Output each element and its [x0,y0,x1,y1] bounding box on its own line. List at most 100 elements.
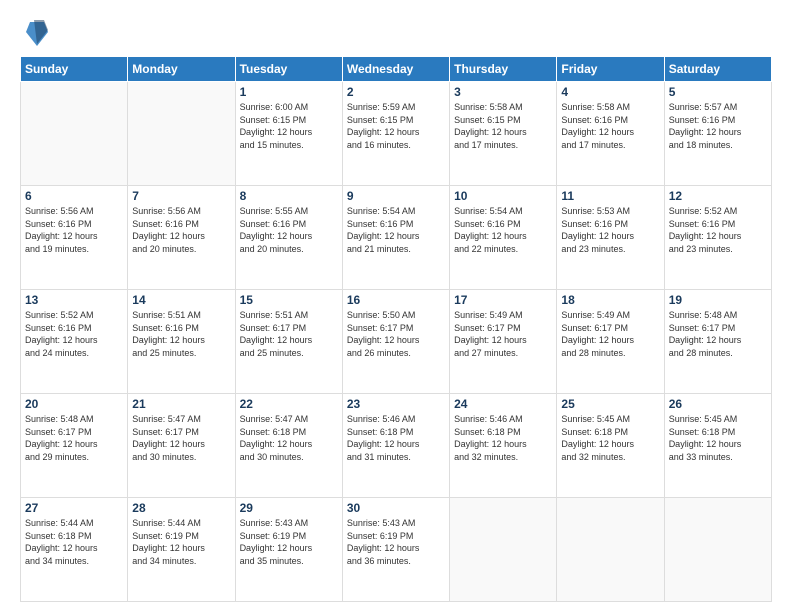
day-info: Sunrise: 5:45 AM Sunset: 6:18 PM Dayligh… [561,413,659,463]
day-number: 2 [347,85,445,99]
day-number: 5 [669,85,767,99]
calendar-cell [128,82,235,186]
day-info: Sunrise: 5:59 AM Sunset: 6:15 PM Dayligh… [347,101,445,151]
weekday-header-saturday: Saturday [664,57,771,82]
day-info: Sunrise: 5:58 AM Sunset: 6:16 PM Dayligh… [561,101,659,151]
day-number: 23 [347,397,445,411]
day-info: Sunrise: 5:58 AM Sunset: 6:15 PM Dayligh… [454,101,552,151]
day-number: 28 [132,501,230,515]
weekday-header-sunday: Sunday [21,57,128,82]
calendar-header-row: SundayMondayTuesdayWednesdayThursdayFrid… [21,57,772,82]
day-info: Sunrise: 5:44 AM Sunset: 6:19 PM Dayligh… [132,517,230,567]
weekday-header-wednesday: Wednesday [342,57,449,82]
day-number: 1 [240,85,338,99]
day-info: Sunrise: 5:46 AM Sunset: 6:18 PM Dayligh… [347,413,445,463]
day-info: Sunrise: 5:56 AM Sunset: 6:16 PM Dayligh… [25,205,123,255]
day-info: Sunrise: 5:47 AM Sunset: 6:18 PM Dayligh… [240,413,338,463]
day-info: Sunrise: 5:48 AM Sunset: 6:17 PM Dayligh… [669,309,767,359]
day-info: Sunrise: 6:00 AM Sunset: 6:15 PM Dayligh… [240,101,338,151]
calendar-cell: 29 Sunrise: 5:43 AM Sunset: 6:19 PM Dayli… [235,498,342,602]
calendar: SundayMondayTuesdayWednesdayThursdayFrid… [20,56,772,602]
calendar-cell: 2 Sunrise: 5:59 AM Sunset: 6:15 PM Daylig… [342,82,449,186]
day-info: Sunrise: 5:43 AM Sunset: 6:19 PM Dayligh… [240,517,338,567]
calendar-cell: 19 Sunrise: 5:48 AM Sunset: 6:17 PM Dayli… [664,290,771,394]
day-info: Sunrise: 5:43 AM Sunset: 6:19 PM Dayligh… [347,517,445,567]
calendar-cell [450,498,557,602]
calendar-cell: 28 Sunrise: 5:44 AM Sunset: 6:19 PM Dayli… [128,498,235,602]
day-info: Sunrise: 5:47 AM Sunset: 6:17 PM Dayligh… [132,413,230,463]
calendar-week-1: 1 Sunrise: 6:00 AM Sunset: 6:15 PM Daylig… [21,82,772,186]
day-info: Sunrise: 5:48 AM Sunset: 6:17 PM Dayligh… [25,413,123,463]
day-number: 13 [25,293,123,307]
day-info: Sunrise: 5:49 AM Sunset: 6:17 PM Dayligh… [454,309,552,359]
calendar-cell: 25 Sunrise: 5:45 AM Sunset: 6:18 PM Dayli… [557,394,664,498]
day-number: 11 [561,189,659,203]
calendar-cell: 23 Sunrise: 5:46 AM Sunset: 6:18 PM Dayli… [342,394,449,498]
calendar-cell: 1 Sunrise: 6:00 AM Sunset: 6:15 PM Daylig… [235,82,342,186]
day-number: 22 [240,397,338,411]
calendar-cell: 3Sunrise: 5:58 AM Sunset: 6:15 PM Daylig… [450,82,557,186]
calendar-cell [664,498,771,602]
calendar-cell [557,498,664,602]
day-info: Sunrise: 5:52 AM Sunset: 6:16 PM Dayligh… [669,205,767,255]
calendar-cell: 13Sunrise: 5:52 AM Sunset: 6:16 PM Dayli… [21,290,128,394]
calendar-cell: 12 Sunrise: 5:52 AM Sunset: 6:16 PM Dayli… [664,186,771,290]
day-number: 27 [25,501,123,515]
day-info: Sunrise: 5:50 AM Sunset: 6:17 PM Dayligh… [347,309,445,359]
calendar-week-4: 20 Sunrise: 5:48 AM Sunset: 6:17 PM Dayli… [21,394,772,498]
calendar-week-3: 13Sunrise: 5:52 AM Sunset: 6:16 PM Dayli… [21,290,772,394]
calendar-cell: 7Sunrise: 5:56 AM Sunset: 6:16 PM Daylig… [128,186,235,290]
calendar-cell: 9Sunrise: 5:54 AM Sunset: 6:16 PM Daylig… [342,186,449,290]
day-number: 29 [240,501,338,515]
day-info: Sunrise: 5:55 AM Sunset: 6:16 PM Dayligh… [240,205,338,255]
day-number: 30 [347,501,445,515]
page: SundayMondayTuesdayWednesdayThursdayFrid… [0,0,792,612]
day-number: 16 [347,293,445,307]
day-number: 19 [669,293,767,307]
calendar-cell: 27 Sunrise: 5:44 AM Sunset: 6:18 PM Dayli… [21,498,128,602]
day-number: 14 [132,293,230,307]
day-number: 10 [454,189,552,203]
day-info: Sunrise: 5:53 AM Sunset: 6:16 PM Dayligh… [561,205,659,255]
weekday-header-friday: Friday [557,57,664,82]
day-number: 9 [347,189,445,203]
day-number: 4 [561,85,659,99]
day-info: Sunrise: 5:49 AM Sunset: 6:17 PM Dayligh… [561,309,659,359]
calendar-week-2: 6Sunrise: 5:56 AM Sunset: 6:16 PM Daylig… [21,186,772,290]
day-number: 7 [132,189,230,203]
calendar-cell: 11 Sunrise: 5:53 AM Sunset: 6:16 PM Dayli… [557,186,664,290]
day-number: 8 [240,189,338,203]
top-section [20,18,772,46]
calendar-cell [21,82,128,186]
day-info: Sunrise: 5:51 AM Sunset: 6:17 PM Dayligh… [240,309,338,359]
day-info: Sunrise: 5:44 AM Sunset: 6:18 PM Dayligh… [25,517,123,567]
calendar-cell: 21Sunrise: 5:47 AM Sunset: 6:17 PM Dayli… [128,394,235,498]
day-number: 15 [240,293,338,307]
calendar-cell: 15 Sunrise: 5:51 AM Sunset: 6:17 PM Dayli… [235,290,342,394]
calendar-cell: 6Sunrise: 5:56 AM Sunset: 6:16 PM Daylig… [21,186,128,290]
day-number: 20 [25,397,123,411]
day-number: 12 [669,189,767,203]
day-info: Sunrise: 5:46 AM Sunset: 6:18 PM Dayligh… [454,413,552,463]
day-info: Sunrise: 5:51 AM Sunset: 6:16 PM Dayligh… [132,309,230,359]
weekday-header-tuesday: Tuesday [235,57,342,82]
logo [20,18,48,46]
calendar-cell: 24 Sunrise: 5:46 AM Sunset: 6:18 PM Dayli… [450,394,557,498]
day-info: Sunrise: 5:54 AM Sunset: 6:16 PM Dayligh… [454,205,552,255]
calendar-cell: 16 Sunrise: 5:50 AM Sunset: 6:17 PM Dayli… [342,290,449,394]
logo-icon [26,18,48,46]
calendar-cell: 10 Sunrise: 5:54 AM Sunset: 6:16 PM Dayli… [450,186,557,290]
calendar-cell: 5Sunrise: 5:57 AM Sunset: 6:16 PM Daylig… [664,82,771,186]
calendar-week-5: 27 Sunrise: 5:44 AM Sunset: 6:18 PM Dayli… [21,498,772,602]
calendar-cell: 8 Sunrise: 5:55 AM Sunset: 6:16 PM Daylig… [235,186,342,290]
weekday-header-thursday: Thursday [450,57,557,82]
day-info: Sunrise: 5:45 AM Sunset: 6:18 PM Dayligh… [669,413,767,463]
calendar-cell: 4 Sunrise: 5:58 AM Sunset: 6:16 PM Daylig… [557,82,664,186]
day-number: 17 [454,293,552,307]
calendar-cell: 20 Sunrise: 5:48 AM Sunset: 6:17 PM Dayli… [21,394,128,498]
calendar-cell: 22 Sunrise: 5:47 AM Sunset: 6:18 PM Dayli… [235,394,342,498]
calendar-cell: 17 Sunrise: 5:49 AM Sunset: 6:17 PM Dayli… [450,290,557,394]
day-number: 24 [454,397,552,411]
day-number: 25 [561,397,659,411]
day-number: 18 [561,293,659,307]
